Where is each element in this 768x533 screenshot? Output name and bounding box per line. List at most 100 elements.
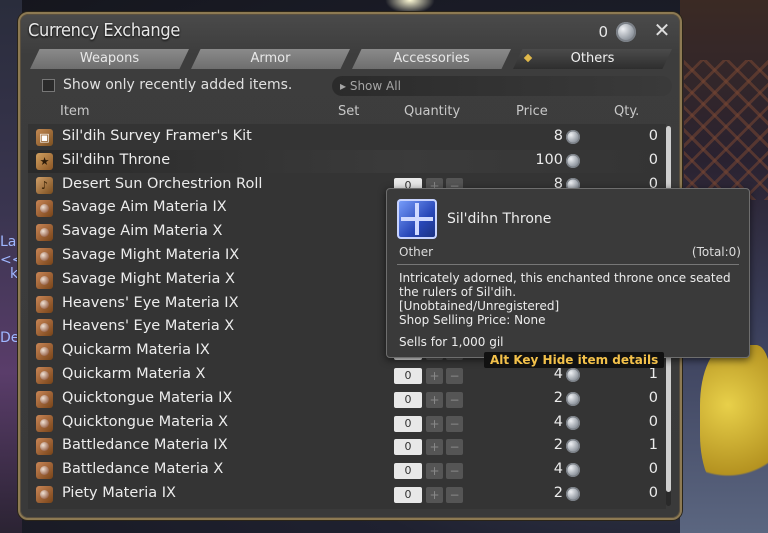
- item-row[interactable]: ★ Sil'dihn Throne 100 0: [28, 149, 666, 173]
- owned-quantity: 0: [648, 389, 658, 406]
- quantity-input[interactable]: 0: [394, 463, 422, 480]
- owned-quantity: 0: [648, 485, 658, 501]
- owned-quantity: 1: [648, 366, 658, 382]
- item-name: Heavens' Eye Materia IX: [62, 294, 239, 311]
- header-set: Set: [338, 104, 360, 119]
- quantity-input[interactable]: 0: [394, 439, 422, 456]
- header-item: Item: [60, 104, 90, 119]
- price-coin-icon: [566, 368, 580, 382]
- item-row[interactable]: Battledance Materia X 0 + −4 0: [28, 459, 666, 482]
- owned-quantity: 0: [648, 151, 658, 168]
- item-name: Sil'dih Survey Framer's Kit: [62, 128, 252, 144]
- materia-icon: [36, 319, 53, 337]
- quantity-minus-button[interactable]: −: [446, 463, 463, 480]
- background-character: [700, 345, 768, 495]
- materia-icon: [36, 224, 53, 242]
- item-row[interactable]: Quicktongue Materia X 0 + −4 0: [28, 412, 666, 435]
- tooltip-category: Other: [399, 245, 434, 259]
- item-price: 4: [553, 413, 563, 430]
- item-row[interactable]: Piety Materia IX 0 + −2 0: [28, 483, 666, 506]
- item-name: Savage Might Materia IX: [62, 247, 240, 263]
- tab-others-label: Others: [570, 51, 615, 66]
- header-qty: Qty.: [614, 104, 640, 119]
- materia-icon: [36, 438, 53, 456]
- recent-items-checkbox[interactable]: [42, 78, 55, 92]
- item-price: 2: [553, 437, 563, 454]
- item-price: 4: [553, 366, 563, 382]
- tab-others[interactable]: Others: [513, 49, 672, 69]
- quantity-minus-button[interactable]: −: [446, 439, 463, 456]
- tooltip-description: Intricately adorned, this enchanted thro…: [399, 271, 731, 299]
- materia-icon: [36, 486, 53, 503]
- materia-icon: [36, 367, 53, 384]
- quantity-minus-button[interactable]: −: [446, 368, 463, 384]
- window-title: Currency Exchange: [28, 20, 181, 41]
- owned-quantity: 0: [648, 128, 658, 144]
- quantity-minus-button[interactable]: −: [446, 487, 463, 503]
- quantity-input[interactable]: 0: [394, 391, 422, 408]
- quantity-minus-button[interactable]: −: [446, 391, 463, 408]
- category-tabs: Weapons Armor Accessories Others: [30, 49, 672, 69]
- quantity-input[interactable]: 0: [394, 415, 422, 432]
- price-coin-icon: [566, 153, 580, 168]
- item-name: Savage Aim Materia IX: [62, 199, 227, 216]
- item-name: Piety Materia IX: [62, 485, 176, 501]
- item-price: 2: [553, 389, 563, 406]
- materia-icon: [36, 248, 53, 265]
- materia-icon: [36, 462, 53, 480]
- tooltip-total: (Total:0): [691, 245, 741, 259]
- background-lattice: [684, 60, 768, 200]
- recent-items-label: Show only recently added items.: [63, 77, 293, 93]
- quantity-input[interactable]: 0: [394, 487, 422, 503]
- quantity-plus-button[interactable]: +: [426, 439, 443, 456]
- item-price: 8: [553, 128, 563, 144]
- music-icon: ♪: [36, 176, 53, 194]
- tab-armor[interactable]: Armor: [191, 49, 350, 69]
- quantity-plus-button[interactable]: +: [426, 487, 443, 503]
- currency-display: 0: [598, 22, 636, 42]
- quantity-input[interactable]: 0: [394, 368, 422, 384]
- header-price: Price: [516, 104, 548, 119]
- hide-details-hint: Alt Key Hide item details: [484, 352, 665, 368]
- item-name: Savage Aim Materia X: [62, 223, 223, 240]
- materia-icon: [36, 390, 53, 408]
- price-coin-icon: [566, 463, 580, 478]
- price-coin-icon: [566, 130, 580, 144]
- item-name: Quickarm Materia IX: [62, 342, 210, 359]
- tooltip-item-name: Sil'dihn Throne: [447, 211, 552, 227]
- quantity-plus-button[interactable]: +: [426, 415, 443, 432]
- tooltip-shop-price: Shop Selling Price: None: [399, 313, 546, 327]
- header-quantity: Quantity: [404, 104, 461, 119]
- owned-quantity: 0: [648, 413, 658, 430]
- show-all-toggle[interactable]: ▸ Show All: [332, 76, 672, 96]
- item-row[interactable]: ▣ Sil'dih Survey Framer's Kit 8 0: [28, 126, 666, 149]
- item-detail-tooltip: Sil'dihn Throne Other (Total:0) Intricat…: [386, 188, 750, 358]
- background-text-fragment: k: [10, 266, 19, 282]
- materia-icon: [36, 414, 53, 432]
- price-coin-icon: [566, 487, 580, 501]
- price-coin-icon: [566, 439, 580, 454]
- item-name: Quicktongue Materia IX: [62, 389, 233, 406]
- tooltip-sells-for: Sells for 1,000 gil: [399, 335, 504, 349]
- item-name: Battledance Materia IX: [62, 437, 228, 454]
- quantity-plus-button[interactable]: +: [426, 463, 443, 480]
- close-icon[interactable]: ✕: [650, 18, 674, 42]
- tab-accessories[interactable]: Accessories: [352, 49, 511, 69]
- item-row[interactable]: Quicktongue Materia IX 0 + −2 0: [28, 388, 666, 411]
- item-name: Sil'dihn Throne: [62, 151, 171, 168]
- materia-icon: [36, 295, 53, 313]
- item-price: 2: [553, 485, 563, 501]
- quantity-plus-button[interactable]: +: [426, 391, 443, 408]
- tooltip-divider: [397, 264, 739, 265]
- owned-quantity: 0: [648, 461, 658, 478]
- owned-quantity: 1: [648, 437, 658, 454]
- price-coin-icon: [566, 391, 580, 406]
- tooltip-status: [Unobtained/Unregistered]: [399, 299, 560, 313]
- item-row[interactable]: Battledance Materia IX 0 + − 2 1: [28, 435, 666, 458]
- item-name: Savage Might Materia X: [62, 270, 235, 287]
- tab-weapons[interactable]: Weapons: [30, 49, 189, 69]
- recent-filter: Show only recently added items.: [42, 77, 292, 93]
- box-icon: ▣: [36, 129, 53, 146]
- quantity-minus-button[interactable]: −: [446, 415, 463, 432]
- quantity-plus-button[interactable]: +: [426, 368, 443, 384]
